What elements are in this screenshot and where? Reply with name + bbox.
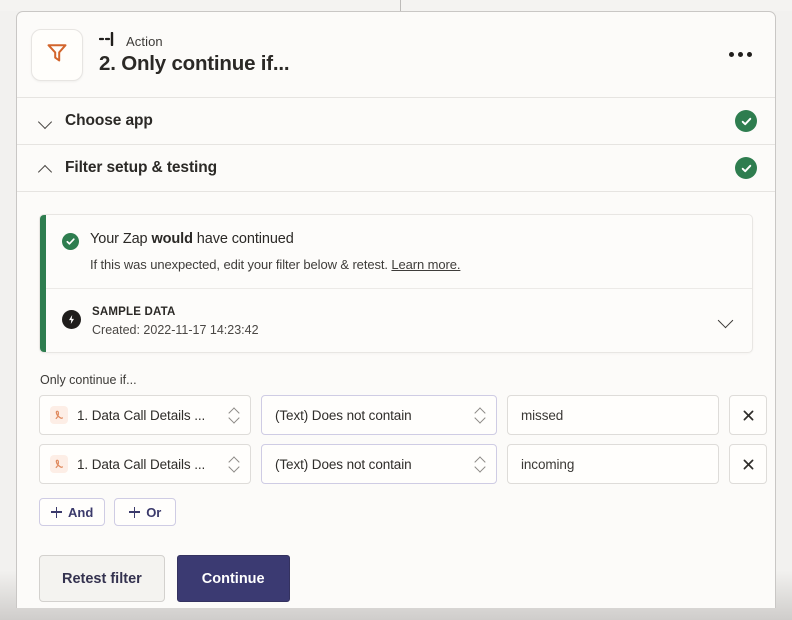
status-complete-icon <box>735 110 757 132</box>
close-icon <box>742 409 755 422</box>
accordion-filter-setup-label: Filter setup & testing <box>65 159 217 176</box>
banner-subtitle-text: If this was unexpected, edit your filter… <box>90 257 388 272</box>
filter-condition-value: (Text) Does not contain <box>275 456 412 472</box>
filter-value-text: incoming <box>521 456 575 472</box>
filter-field-select[interactable]: 1. Data Call Details ... <box>39 444 251 484</box>
filter-field-value: 1. Data Call Details ... <box>77 456 206 472</box>
data-field-icon <box>50 406 68 424</box>
sample-data-created: Created: 2022-11-17 14:23:42 <box>92 323 259 337</box>
app-icon-tile[interactable] <box>31 28 83 81</box>
plus-icon <box>129 506 141 518</box>
window-top-strip <box>0 0 792 11</box>
retest-filter-button[interactable]: Retest filter <box>39 555 165 602</box>
step-title: 2. Only continue if... <box>99 52 290 75</box>
step-action-buttons: Retest filter Continue <box>39 555 753 602</box>
dot <box>728 52 734 57</box>
filter-value-input[interactable]: missed <box>507 395 719 435</box>
banner-title: Your Zap would have continued <box>90 231 294 247</box>
continue-label: Continue <box>201 570 265 587</box>
add-or-label: Or <box>146 504 162 520</box>
filter-condition-select[interactable]: (Text) Does not contain <box>261 444 497 484</box>
select-stepper-icon <box>229 406 241 424</box>
banner-message: Your Zap would have continued If this wa… <box>46 215 752 289</box>
zap-step-card: Action 2. Only continue if... Choose app <box>16 11 776 608</box>
app-page: Action 2. Only continue if... Choose app <box>0 0 792 620</box>
retest-filter-label: Retest filter <box>62 570 142 587</box>
banner-head: Your Zap would have continued <box>62 231 734 250</box>
remove-filter-row-button[interactable] <box>729 444 767 484</box>
add-and-label: And <box>68 504 94 520</box>
continue-button[interactable]: Continue <box>176 555 290 602</box>
step-kicker: Action <box>98 31 723 51</box>
sample-data-text: SAMPLE DATA Created: 2022-11-17 14:23:42 <box>92 302 718 337</box>
dot <box>737 52 743 57</box>
only-continue-if-label: Only continue if... <box>40 373 137 387</box>
accordion-choose-app[interactable]: Choose app <box>17 98 775 145</box>
status-complete-icon <box>735 157 757 179</box>
filter-condition-select[interactable]: (Text) Does not contain <box>261 395 497 435</box>
data-field-icon <box>50 455 68 473</box>
accordion-filter-setup[interactable]: Filter setup & testing <box>17 145 775 192</box>
accordion-choose-app-label: Choose app <box>65 112 153 129</box>
select-stepper-icon <box>475 455 487 473</box>
chevron-down-icon[interactable] <box>718 312 734 328</box>
select-stepper-icon <box>229 455 241 473</box>
action-step-icon <box>98 31 119 51</box>
zapier-bolt-icon <box>62 310 81 329</box>
add-condition-controls: And Or <box>39 498 753 526</box>
step-header-text: Action 2. Only continue if... <box>98 31 723 76</box>
banner-title-emphasis: would <box>151 231 193 247</box>
filter-field-select[interactable]: 1. Data Call Details ... <box>39 395 251 435</box>
filter-value-input[interactable]: incoming <box>507 444 719 484</box>
banner-title-part2: have continued <box>192 231 294 247</box>
check-circle-icon <box>62 233 79 250</box>
filter-setup-panel: Your Zap would have continued If this wa… <box>17 192 775 602</box>
plus-icon <box>51 506 62 518</box>
banner-title-part1: Your Zap <box>90 231 152 247</box>
learn-more-link[interactable]: Learn more. <box>391 257 460 272</box>
more-options-icon[interactable] <box>723 40 757 70</box>
remove-filter-row-button[interactable] <box>729 395 767 435</box>
add-or-button[interactable]: Or <box>114 498 177 526</box>
close-icon <box>742 458 755 471</box>
filter-icon <box>44 39 70 70</box>
sample-data-row[interactable]: SAMPLE DATA Created: 2022-11-17 14:23:42 <box>46 289 752 352</box>
filter-value-text: missed <box>521 407 564 423</box>
chevron-up-icon <box>39 161 53 175</box>
test-result-banner: Your Zap would have continued If this wa… <box>39 214 753 353</box>
step-header: Action 2. Only continue if... <box>17 12 775 98</box>
add-and-button[interactable]: And <box>39 498 106 526</box>
dot <box>746 52 752 57</box>
banner-subtitle: If this was unexpected, edit your filter… <box>90 257 734 272</box>
window-seam-divider <box>400 0 401 11</box>
sample-data-label: SAMPLE DATA <box>92 306 176 318</box>
step-type-label: Action <box>126 33 163 49</box>
filter-condition-row: 1. Data Call Details ... (Text) Does not… <box>39 395 767 435</box>
filter-condition-value: (Text) Does not contain <box>275 407 412 423</box>
filter-condition-row: 1. Data Call Details ... (Text) Does not… <box>39 444 767 484</box>
filter-field-value: 1. Data Call Details ... <box>77 407 206 423</box>
select-stepper-icon <box>475 406 487 424</box>
banner-content: Your Zap would have continued If this wa… <box>46 215 752 352</box>
chevron-down-icon <box>39 114 53 128</box>
